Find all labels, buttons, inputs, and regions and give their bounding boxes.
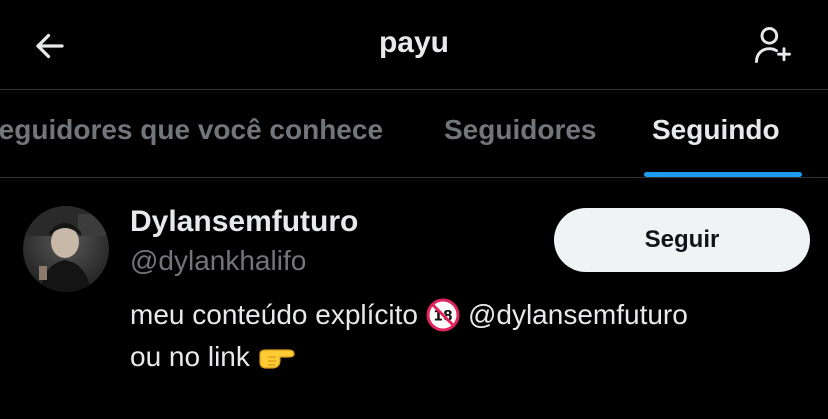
no-under-18-icon: 18 <box>426 298 460 332</box>
avatar[interactable] <box>23 206 109 292</box>
active-tab-indicator <box>644 172 802 177</box>
tab-mutual-followers[interactable]: Seguidores que você conhece <box>0 114 383 146</box>
user-display-name: Dylansemfuturo <box>130 205 359 238</box>
tab-following[interactable]: Seguindo <box>652 114 780 146</box>
top-app-bar: payu <box>0 0 828 90</box>
bio-text-2: ou no link <box>130 341 250 372</box>
follow-button[interactable]: Seguir <box>554 208 810 272</box>
bio-mention[interactable]: @dylansemfuturo <box>468 294 688 336</box>
tab-bar: Seguidores que você conhece Seguidores S… <box>0 90 828 178</box>
pointing-right-icon <box>259 349 295 369</box>
user-handle: @dylankhalifo <box>130 245 307 276</box>
add-user-button[interactable] <box>748 20 798 70</box>
page-title: payu <box>378 26 450 59</box>
tab-followers[interactable]: Seguidores <box>444 114 596 146</box>
bio-text: meu conteúdo explícito <box>130 299 418 330</box>
person-add-icon <box>755 27 791 63</box>
user-bio: meu conteúdo explícito 18 @dylansemfutur… <box>130 294 810 378</box>
